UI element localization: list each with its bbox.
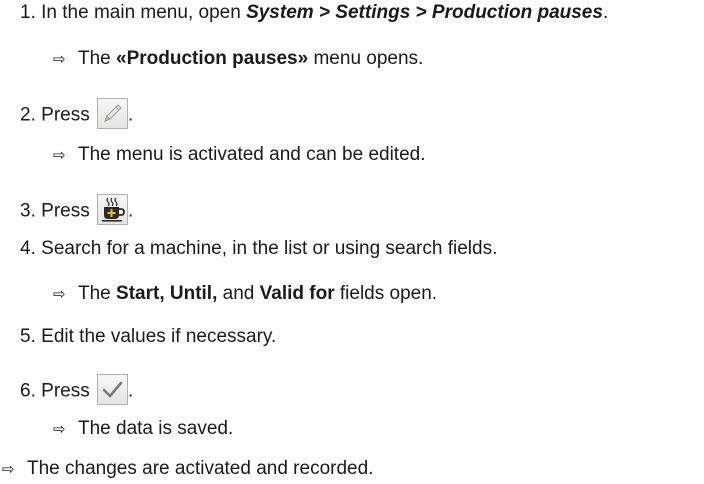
step-number: 5. <box>20 326 36 347</box>
step-punct: . <box>602 2 609 23</box>
step-text: Press <box>41 104 90 126</box>
step-text: Search for a machine, in the list or usi… <box>41 238 498 259</box>
step-6: 6. Press . <box>20 374 134 407</box>
step-5: 5. Edit the values if necessary. <box>20 326 276 348</box>
step-text: Press <box>41 200 90 222</box>
final-result-text: The changes are activated and recorded. <box>27 458 374 479</box>
step-text: In the main menu, open <box>41 2 247 23</box>
result-arrow-icon: ⇨ <box>53 285 66 303</box>
result-text-end: menu opens. <box>308 48 424 69</box>
step-1: 1. In the main menu, open System > Setti… <box>20 2 608 24</box>
menu-path: System > Settings > Production pauses <box>246 2 603 23</box>
result-arrow-icon: ⇨ <box>53 146 66 164</box>
field-names-2: Valid for <box>259 283 335 304</box>
step-2-result: ⇨ The menu is activated and can be edited… <box>53 144 426 166</box>
step-punct: . <box>128 200 134 222</box>
field-names-1: Start, Until, <box>116 283 218 304</box>
step-number: 4. <box>20 238 36 259</box>
result-text-mid: and <box>217 283 260 304</box>
result-arrow-icon: ⇨ <box>53 420 66 438</box>
menu-name: «Production pauses» <box>116 48 309 69</box>
step-punct: . <box>128 104 134 126</box>
result-text: The menu is activated and can be edited. <box>78 144 426 165</box>
edit-pencil-icon[interactable] <box>97 98 128 129</box>
step-4-result: ⇨ The Start, Until, and Valid for fields … <box>53 283 437 305</box>
result-text: The <box>78 283 117 304</box>
final-result: ⇨ The changes are activated and recorded. <box>2 458 373 480</box>
step-text: Edit the values if necessary. <box>41 326 277 347</box>
result-text: The <box>78 48 117 69</box>
step-6-result: ⇨ The data is saved. <box>53 418 233 440</box>
add-pause-coffee-icon[interactable] <box>97 194 128 225</box>
step-text: Press <box>41 380 90 402</box>
result-arrow-icon: ⇨ <box>53 50 66 68</box>
step-4: 4. Search for a machine, in the list or … <box>20 238 497 260</box>
confirm-checkmark-icon[interactable] <box>97 374 128 405</box>
result-text-end: fields open. <box>334 283 438 304</box>
step-number: 2. <box>20 104 36 126</box>
step-number: 6. <box>20 380 36 402</box>
step-2: 2. Press . <box>20 98 134 131</box>
result-text: The data is saved. <box>78 418 234 439</box>
result-arrow-icon: ⇨ <box>2 460 15 478</box>
step-number: 1. <box>20 2 36 23</box>
step-1-result: ⇨ The «Production pauses» menu opens. <box>53 48 423 70</box>
step-number: 3. <box>20 200 36 222</box>
instruction-document: 1. In the main menu, open System > Setti… <box>0 0 704 484</box>
step-3: 3. Press . <box>20 194 134 227</box>
step-punct: . <box>128 380 134 402</box>
